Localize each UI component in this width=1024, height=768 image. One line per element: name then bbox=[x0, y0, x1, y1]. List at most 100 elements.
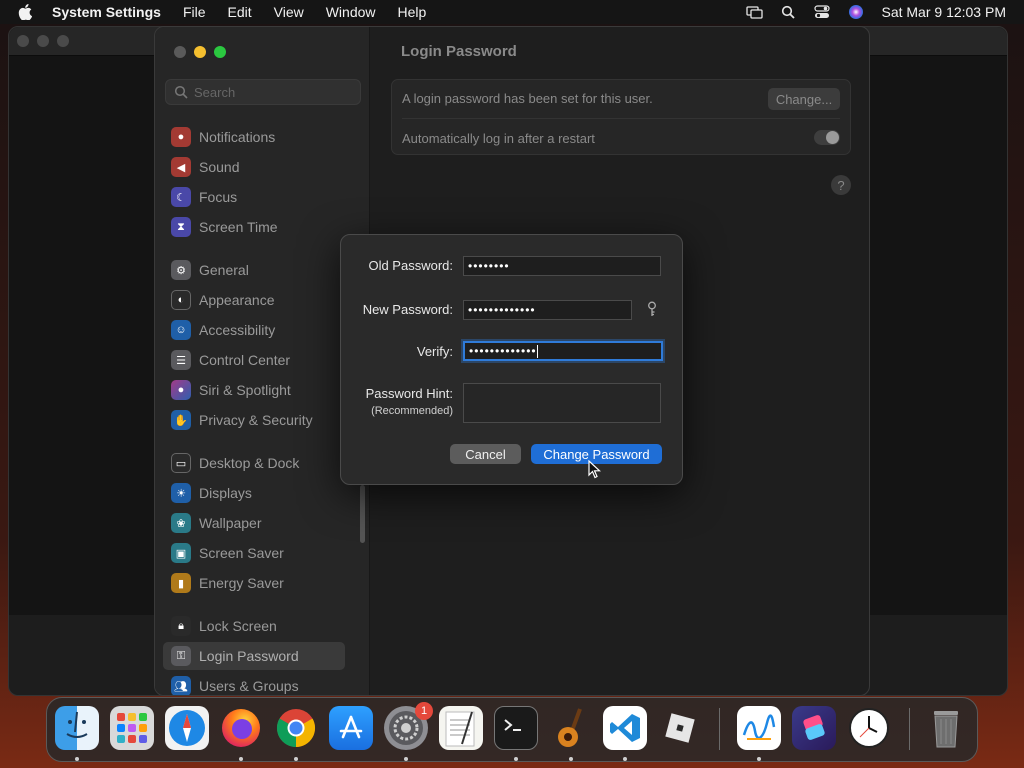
sidebar-item-label: Screen Saver bbox=[199, 545, 284, 561]
firefox-icon[interactable] bbox=[219, 706, 263, 750]
textedit-icon[interactable] bbox=[439, 706, 483, 750]
appearance-icon: ◐ bbox=[171, 290, 191, 310]
old-password-label: Old Password: bbox=[368, 258, 453, 273]
zoom-button[interactable] bbox=[214, 46, 226, 58]
new-password-field[interactable]: ••••••••••••• bbox=[463, 300, 632, 320]
launchpad-icon[interactable] bbox=[110, 706, 154, 750]
freeform-icon[interactable] bbox=[737, 706, 781, 750]
sidebar-item-sound[interactable]: ◀ Sound bbox=[163, 153, 345, 181]
siri-icon: ● bbox=[171, 380, 191, 400]
gear-icon: ⚙ bbox=[171, 260, 191, 280]
terminal-running-indicator bbox=[514, 757, 518, 761]
background-close-button[interactable] bbox=[17, 35, 29, 47]
spotlight-search-icon[interactable] bbox=[779, 5, 797, 19]
sidebar-item-wallpaper[interactable]: ❀ Wallpaper bbox=[163, 509, 345, 537]
users-icon: 👥︎ bbox=[171, 676, 191, 695]
auto-login-toggle[interactable] bbox=[814, 130, 840, 145]
change-password-dialog: Old Password: •••••••• New Password: •••… bbox=[340, 234, 683, 485]
menu-help[interactable]: Help bbox=[398, 4, 427, 20]
sidebar-item-lock-screen[interactable]: 🔒︎ Lock Screen bbox=[163, 612, 345, 640]
toggle-knob bbox=[826, 131, 839, 144]
chrome-icon[interactable] bbox=[274, 706, 318, 750]
background-minimize-button[interactable] bbox=[37, 35, 49, 47]
change-button[interactable]: Change... bbox=[768, 88, 840, 110]
menu-file[interactable]: File bbox=[183, 4, 206, 20]
menu-view[interactable]: View bbox=[274, 4, 304, 20]
screensaver-icon: ▣ bbox=[171, 543, 191, 563]
sun-icon: ☀ bbox=[171, 483, 191, 503]
sidebar-item-privacy-security[interactable]: ✋ Privacy & Security bbox=[163, 406, 345, 434]
siri-icon[interactable] bbox=[847, 5, 865, 19]
garageband-icon[interactable] bbox=[549, 706, 593, 750]
password-hint-field[interactable] bbox=[463, 383, 661, 423]
sidebar-item-energy-saver[interactable]: ▮ Energy Saver bbox=[163, 569, 345, 597]
divider bbox=[402, 118, 840, 119]
hourglass-icon: ⧗ bbox=[171, 217, 191, 237]
minimize-button[interactable] bbox=[194, 46, 206, 58]
freeform-running-indicator bbox=[757, 757, 761, 761]
lock-icon: 🔒︎ bbox=[171, 616, 191, 636]
password-hint-sublabel: (Recommended) bbox=[371, 405, 453, 417]
verify-field[interactable]: ••••••••••••• bbox=[463, 341, 663, 361]
sidebar-item-focus[interactable]: ☾ Focus bbox=[163, 183, 345, 211]
key-icon[interactable] bbox=[646, 301, 658, 317]
sidebar-item-label: Appearance bbox=[199, 292, 275, 308]
menu-window[interactable]: Window bbox=[326, 4, 376, 20]
sidebar-item-accessibility[interactable]: ☺ Accessibility bbox=[163, 316, 345, 344]
sidebar-item-desktop-dock[interactable]: ▭ Desktop & Dock bbox=[163, 449, 345, 477]
sidebar-item-notifications[interactable]: ● Notifications bbox=[163, 123, 345, 151]
sidebar-item-label: Energy Saver bbox=[199, 575, 284, 591]
wallpaper-icon: ❀ bbox=[171, 513, 191, 533]
garageband-running-indicator bbox=[569, 757, 573, 761]
control-center-icon[interactable] bbox=[813, 5, 831, 19]
sidebar-item-label: Lock Screen bbox=[199, 618, 277, 634]
sidebar-item-control-center[interactable]: ☰ Control Center bbox=[163, 346, 345, 374]
sidebar-item-users-groups[interactable]: 👥︎ Users & Groups bbox=[163, 672, 345, 695]
menu-bar: System Settings File Edit View Window He… bbox=[0, 0, 1024, 24]
sidebar-item-label: Users & Groups bbox=[199, 678, 299, 694]
old-password-field[interactable]: •••••••• bbox=[463, 256, 661, 276]
terminal-icon[interactable] bbox=[494, 706, 538, 750]
safari-icon[interactable] bbox=[165, 706, 209, 750]
vscode-running-indicator bbox=[623, 757, 627, 761]
new-password-label: New Password: bbox=[362, 302, 453, 317]
sidebar-item-label: Desktop & Dock bbox=[199, 455, 300, 471]
dock-separator bbox=[909, 708, 910, 750]
sidebar-item-label: Wallpaper bbox=[199, 515, 262, 531]
sidebar-item-displays[interactable]: ☀ Displays bbox=[163, 479, 345, 507]
finder-running-indicator bbox=[75, 757, 79, 761]
chrome-running-indicator bbox=[294, 757, 298, 761]
apple-icon[interactable] bbox=[18, 4, 34, 20]
search-field[interactable]: Search bbox=[165, 79, 361, 105]
sidebar-item-screen-time[interactable]: ⧗ Screen Time bbox=[163, 213, 345, 241]
sidebar-scrollbar[interactable] bbox=[360, 485, 365, 543]
sidebar-item-siri-spotlight[interactable]: ● Siri & Spotlight bbox=[163, 376, 345, 404]
sidebar-item-login-password[interactable]: ⚿ Login Password bbox=[163, 642, 345, 670]
clock-text[interactable]: Sat Mar 9 12:03 PM bbox=[881, 4, 1006, 20]
close-button[interactable] bbox=[174, 46, 186, 58]
roblox-icon[interactable] bbox=[658, 706, 702, 750]
menu-edit[interactable]: Edit bbox=[228, 4, 252, 20]
verify-label: Verify: bbox=[416, 344, 453, 359]
bell-icon: ● bbox=[171, 127, 191, 147]
menu-app-name[interactable]: System Settings bbox=[52, 4, 161, 20]
sidebar-item-screen-saver[interactable]: ▣ Screen Saver bbox=[163, 539, 345, 567]
shortcuts-icon[interactable] bbox=[792, 706, 836, 750]
clock-icon[interactable] bbox=[847, 706, 891, 750]
trash-icon[interactable] bbox=[924, 706, 968, 750]
sidebar-item-label: Screen Time bbox=[199, 219, 278, 235]
cancel-button[interactable]: Cancel bbox=[450, 444, 521, 464]
password-hint-label: Password Hint: bbox=[365, 386, 453, 401]
sidebar-item-label: Focus bbox=[199, 189, 238, 205]
help-button[interactable]: ? bbox=[831, 175, 851, 195]
dock-separator bbox=[719, 708, 720, 750]
sidebar-item-general[interactable]: ⚙ General bbox=[163, 256, 345, 284]
vscode-icon[interactable] bbox=[603, 706, 647, 750]
finder-icon[interactable] bbox=[55, 706, 99, 750]
sidebar: Search ● Notifications ◀ Sound ☾ Focus ⧗… bbox=[155, 27, 370, 695]
background-zoom-button[interactable] bbox=[57, 35, 69, 47]
screen-mirroring-icon[interactable] bbox=[745, 5, 763, 19]
sidebar-item-appearance[interactable]: ◐ Appearance bbox=[163, 286, 345, 314]
app-store-icon[interactable] bbox=[329, 706, 373, 750]
sidebar-item-label: Privacy & Security bbox=[199, 412, 313, 428]
